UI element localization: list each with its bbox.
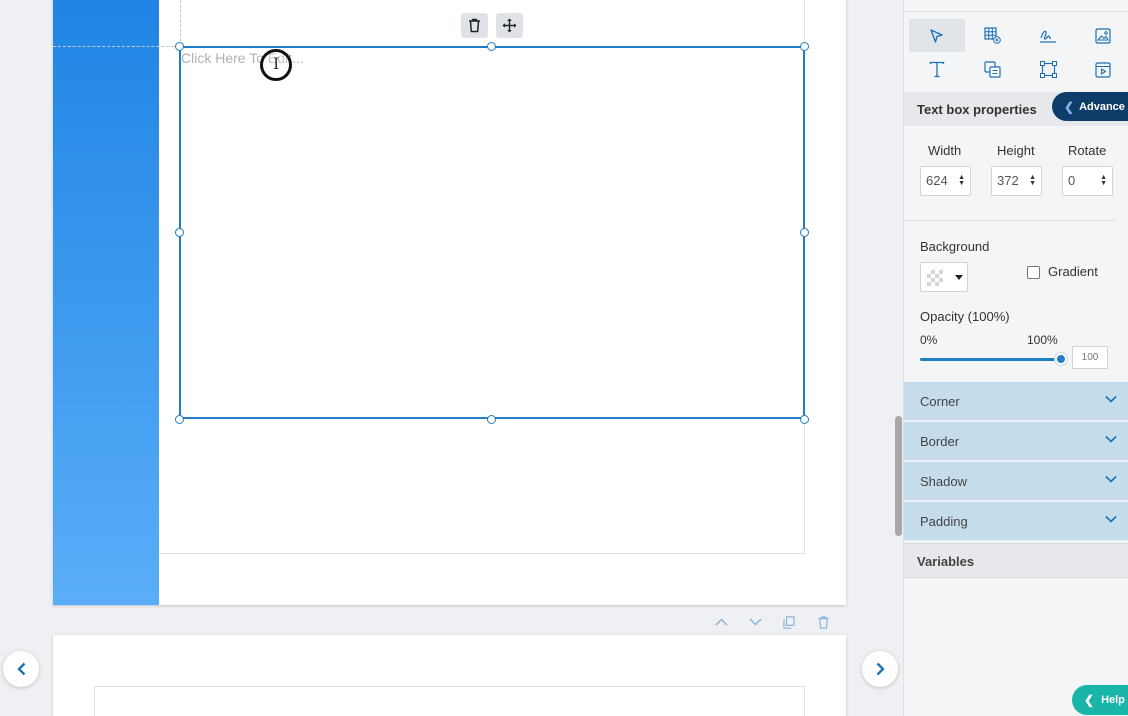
image-tool[interactable] [1075,19,1128,52]
video-tool[interactable] [1075,53,1128,86]
resize-handle-right[interactable] [800,228,809,237]
gradient-checkbox[interactable] [1027,266,1040,279]
image-icon [1095,27,1111,44]
stepper-icon[interactable]: ▲ ▼ [958,174,965,187]
opacity-min-label: 0% [920,333,938,347]
chevron-left-icon: ❮ [1084,693,1095,707]
text-tool[interactable] [909,53,965,86]
next-page-button[interactable] [862,651,898,687]
opacity-label: Opacity (100%) [920,309,1010,324]
alignment-guide-horizontal [53,46,179,47]
shape-icon [1039,61,1057,78]
opacity-slider-thumb[interactable] [1055,353,1067,365]
opacity-slider-track[interactable] [920,358,1061,361]
corner-section[interactable]: Corner [904,382,1128,421]
text-cursor-indicator [260,49,292,81]
delete-page-button[interactable] [814,613,832,631]
selected-text-box[interactable]: Click Here To Edit... [179,46,805,419]
document-page-2[interactable] [53,635,846,716]
content-block-icon [983,61,1001,78]
caret-down-icon [955,275,963,280]
chevron-down-icon [1105,395,1117,403]
resize-handle-bottom[interactable] [487,415,496,424]
advance-button[interactable]: ❮ Advance [1052,92,1128,121]
resize-handle-top-right[interactable] [800,42,809,51]
border-section[interactable]: Border [904,422,1128,461]
width-input[interactable]: 624 ▲ ▼ [920,166,971,196]
background-color-picker[interactable] [920,262,968,292]
alignment-guide-vertical [180,0,181,46]
chevron-left-icon: ❮ [1064,99,1075,114]
chevron-down-icon [1105,475,1117,483]
corner-label: Corner [920,394,960,409]
video-icon [1095,61,1111,78]
previous-page-button[interactable] [3,651,39,687]
signature-icon [1040,30,1056,43]
transparent-swatch-icon [927,270,943,286]
duplicate-page-button[interactable] [780,613,798,631]
stepper-icon[interactable]: ▲ ▼ [1029,174,1036,187]
width-label: Width [928,143,962,158]
chevron-right-icon [876,662,885,676]
page-content-frame [94,686,805,716]
panel-title: Text box properties [917,102,1037,117]
shadow-label: Shadow [920,474,967,489]
height-label: Height [997,143,1035,158]
add-table-tool[interactable] [964,19,1020,52]
add-table-icon [983,27,1001,44]
shadow-section[interactable]: Shadow [904,462,1128,501]
chevron-down-icon [748,618,762,626]
width-value: 624 [926,173,948,188]
content-block-tool[interactable] [964,53,1020,86]
advance-label: Advance [1079,100,1125,113]
padding-section[interactable]: Padding [904,502,1128,541]
opacity-value-input[interactable]: 100 [1072,346,1108,369]
page-side-bar [53,0,159,605]
background-label: Background [920,239,990,254]
height-input[interactable]: 372 ▲ ▼ [991,166,1042,196]
padding-label: Padding [920,514,968,529]
delete-element-button[interactable] [461,13,488,38]
gradient-label: Gradient [1048,264,1098,279]
rotate-input[interactable]: 0 ▲ ▼ [1062,166,1113,196]
resize-handle-left[interactable] [175,228,184,237]
help-button[interactable]: ❮ Help [1072,685,1128,715]
trash-icon [469,18,480,33]
rotate-label: Rotate [1068,143,1107,158]
text-icon [929,61,945,78]
properties-panel: Text box properties ❮ Advance Width Heig… [903,0,1128,716]
border-label: Border [920,434,960,449]
stepper-icon[interactable]: ▲ ▼ [1100,174,1107,187]
canvas-area: Click Here To Edit... [0,0,903,716]
section-divider [904,220,1116,221]
opacity-max-label: 100% [1027,333,1058,347]
copy-icon [783,615,795,629]
rotate-value: 0 [1068,173,1076,188]
chevron-down-icon [1105,515,1117,523]
help-label: Help [1101,694,1125,706]
chevron-down-icon [1105,435,1117,443]
height-value: 372 [997,173,1019,188]
select-icon [930,28,943,43]
resize-handle-top-left[interactable] [175,42,184,51]
panel-top-strip [904,0,1128,12]
signature-tool[interactable] [1020,19,1076,52]
resize-handle-bottom-right[interactable] [800,415,809,424]
move-icon [502,18,517,33]
variables-label: Variables [917,554,975,569]
canvas-scrollbar[interactable] [895,416,902,536]
shape-tool[interactable] [1020,53,1076,86]
chevron-left-icon [16,662,25,676]
move-page-up-button[interactable] [712,613,730,631]
trash-icon [818,615,828,629]
move-element-button[interactable] [496,13,523,38]
select-tool[interactable] [909,19,965,52]
move-page-down-button[interactable] [746,613,764,631]
chevron-up-icon [714,618,728,626]
variables-section[interactable]: Variables [904,543,1128,578]
resize-handle-bottom-left[interactable] [175,415,184,424]
resize-handle-top[interactable] [487,42,496,51]
